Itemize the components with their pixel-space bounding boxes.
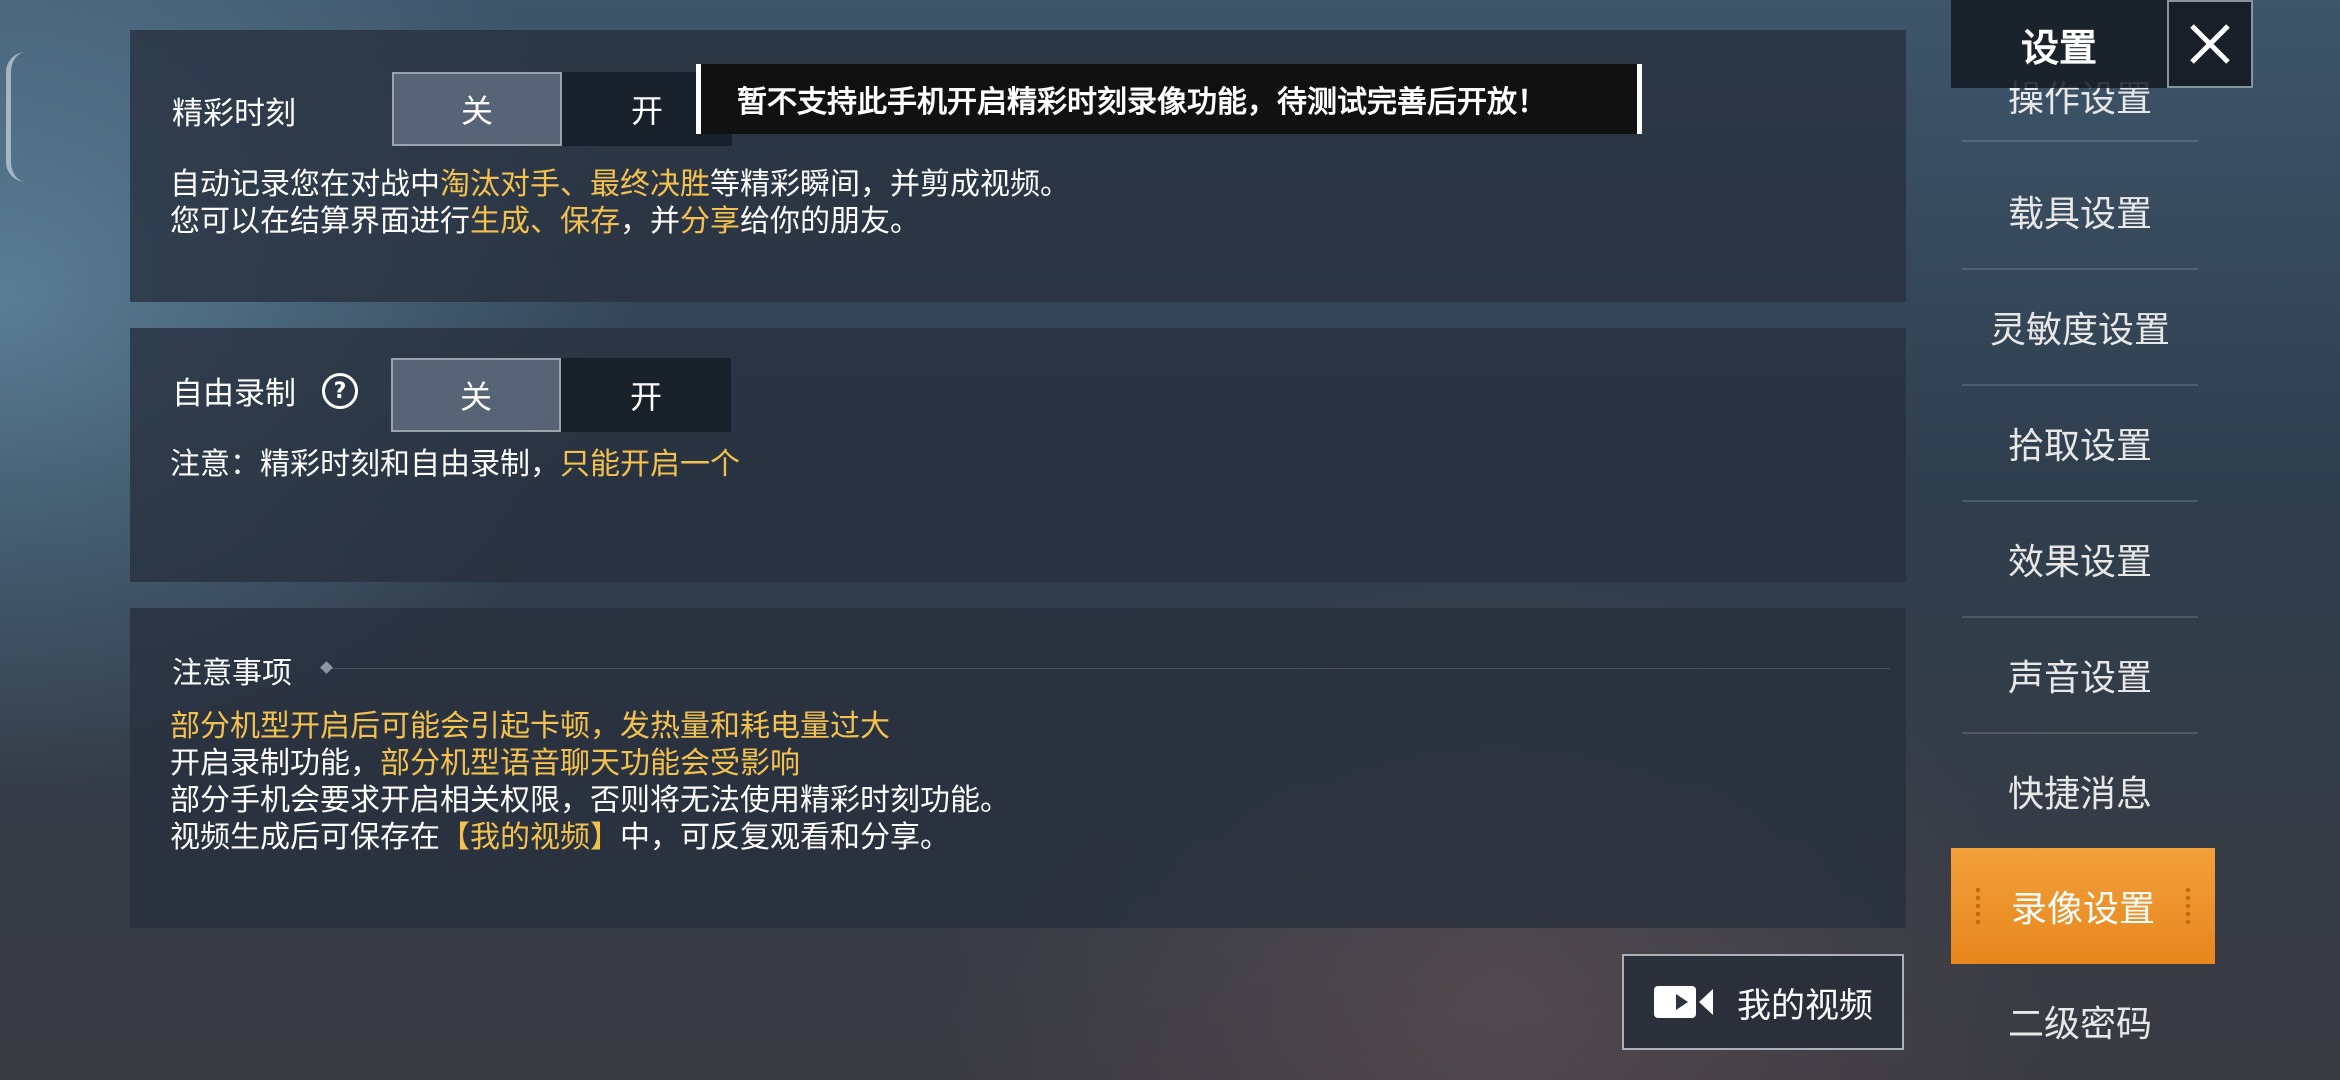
highlight-off-option[interactable]: 关 [392, 72, 562, 146]
sidebar-item-effects[interactable]: 效果设置 [1962, 502, 2198, 618]
sidebar-item-recording[interactable]: 录像设置 [1951, 848, 2215, 964]
notes-divider [330, 668, 1890, 669]
highlight-label: 精彩时刻 [172, 96, 296, 132]
notes-line1: 部分机型开启后可能会引起卡顿，发热量和耗电量过大 [170, 709, 890, 744]
notes-line2: 开启录制功能，部分机型语音聊天功能会受影响 [170, 746, 800, 781]
video-camera-icon [1654, 986, 1713, 1018]
my-video-label: 我的视频 [1737, 985, 1873, 1026]
close-button[interactable] [2167, 0, 2253, 88]
highlight-description-line1: 自动记录您在对战中淘汰对手、最终决胜等精彩瞬间，并剪成视频。 [170, 167, 1070, 202]
notes-title: 注意事项 [172, 656, 292, 691]
free-record-label: 自由录制 [172, 376, 296, 412]
sidebar-item-pickup[interactable]: 拾取设置 [1962, 386, 2198, 502]
grip-right-icon [2185, 886, 2191, 926]
sidebar-item-sensitivity[interactable]: 灵敏度设置 [1962, 270, 2198, 386]
sidebar-item-sound[interactable]: 声音设置 [1962, 618, 2198, 734]
highlight-description-line2: 您可以在结算界面进行生成、保存，并分享给你的朋友。 [170, 204, 920, 239]
unsupported-tooltip: 暂不支持此手机开启精彩时刻录像功能，待测试完善后开放！ [696, 64, 1642, 134]
edge-decoration [6, 52, 29, 182]
free-record-off-option[interactable]: 关 [391, 358, 561, 432]
free-record-panel: 自由录制 ? 关 开 注意：精彩时刻和自由录制，只能开启一个 [130, 328, 1906, 582]
sidebar-item-secondary-password[interactable]: 二级密码 [1962, 964, 2198, 1078]
help-icon[interactable]: ? [322, 373, 358, 409]
sidebar-item-recording-label: 录像设置 [2010, 889, 2155, 930]
grip-left-icon [1975, 886, 1981, 926]
free-record-toggle: 关 开 [391, 358, 731, 432]
sidebar-item-quick-message[interactable]: 快捷消息 [1962, 734, 2198, 850]
highlight-toggle: 关 开 [392, 72, 732, 146]
notes-line4: 视频生成后可保存在【我的视频】中，可反复观看和分享。 [170, 820, 950, 855]
free-record-on-option[interactable]: 开 [561, 358, 731, 432]
close-icon [2190, 24, 2230, 64]
free-record-note: 注意：精彩时刻和自由录制，只能开启一个 [170, 447, 740, 482]
my-video-button[interactable]: 我的视频 [1622, 954, 1904, 1050]
sidebar-item-vehicle[interactable]: 载具设置 [1962, 154, 2198, 270]
notes-line3: 部分手机会要求开启相关权限，否则将无法使用精彩时刻功能。 [170, 783, 1010, 818]
settings-title: 设置 [1951, 0, 2167, 88]
notes-panel: 注意事项 部分机型开启后可能会引起卡顿，发热量和耗电量过大 开启录制功能，部分机… [130, 608, 1906, 928]
